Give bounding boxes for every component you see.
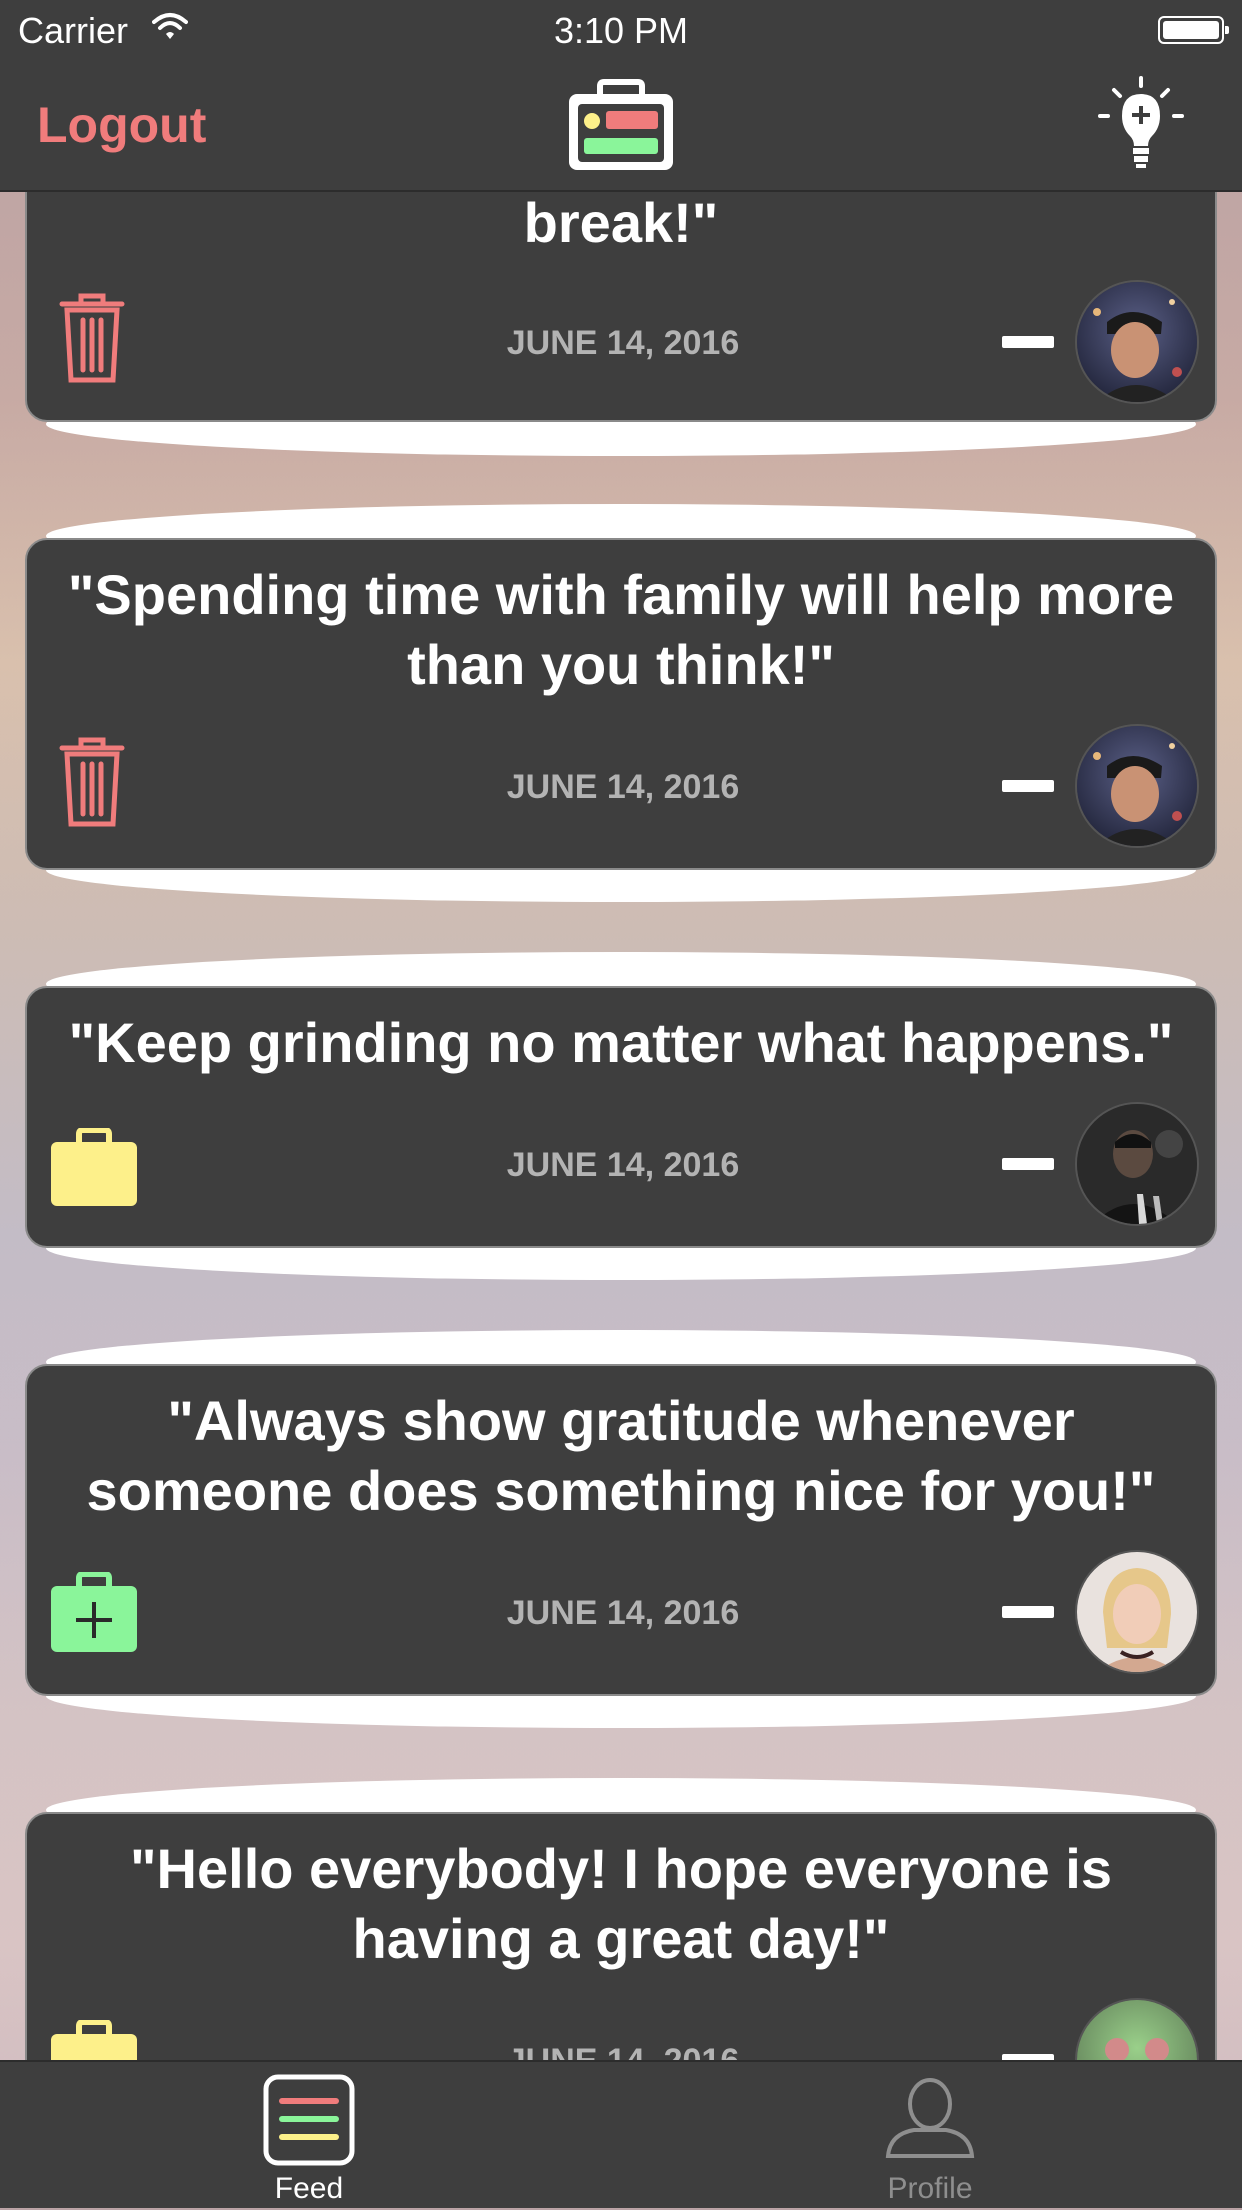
post-quote: "Hello everybody! I hope everyone is hav… (130, 1837, 1112, 1970)
logout-button[interactable]: Logout (37, 96, 206, 154)
avatar[interactable] (1075, 280, 1199, 404)
post-quote: "Always show gratitude whenever someone … (86, 1389, 1156, 1522)
post-quote: break!" (523, 191, 719, 254)
feed-icon (263, 2074, 355, 2171)
nav-bar: Logout (0, 60, 1242, 192)
profile-icon (884, 2074, 976, 2171)
dash-icon[interactable] (1002, 336, 1054, 348)
dash-icon[interactable] (1002, 1158, 1054, 1170)
tab-label: Feed (274, 2172, 344, 2205)
status-time: 3:10 PM (553, 10, 689, 51)
status-bar: Carrier 3:10 PM (0, 0, 1242, 60)
app-logo-icon (566, 78, 676, 179)
post-card: "Keep grinding no matter what happens." … (25, 986, 1217, 1248)
lightbulb-icon[interactable] (1096, 76, 1186, 177)
avatar[interactable] (1075, 1102, 1199, 1226)
tab-profile[interactable]: Profile (780, 2062, 1080, 2210)
dash-icon[interactable] (1002, 780, 1054, 792)
post-card: "Always show gratitude whenever someone … (25, 1364, 1217, 1696)
post-quote: "Keep grinding no matter what happens." (68, 1011, 1174, 1074)
tab-feed[interactable]: Feed (159, 2062, 459, 2210)
avatar[interactable] (1075, 1550, 1199, 1674)
tab-label: Profile (887, 2172, 973, 2205)
dash-icon[interactable] (1002, 1606, 1054, 1618)
battery-icon (1158, 16, 1229, 44)
post-card: "Spending time with family will help mor… (25, 538, 1217, 870)
tab-bar: Feed Profile (0, 2060, 1242, 2208)
avatar[interactable] (1075, 724, 1199, 848)
feed-list[interactable]: break!" JUNE 14, 2016 "Spending time wit… (0, 0, 1242, 2208)
post-quote: "Spending time with family will help mor… (67, 563, 1175, 696)
